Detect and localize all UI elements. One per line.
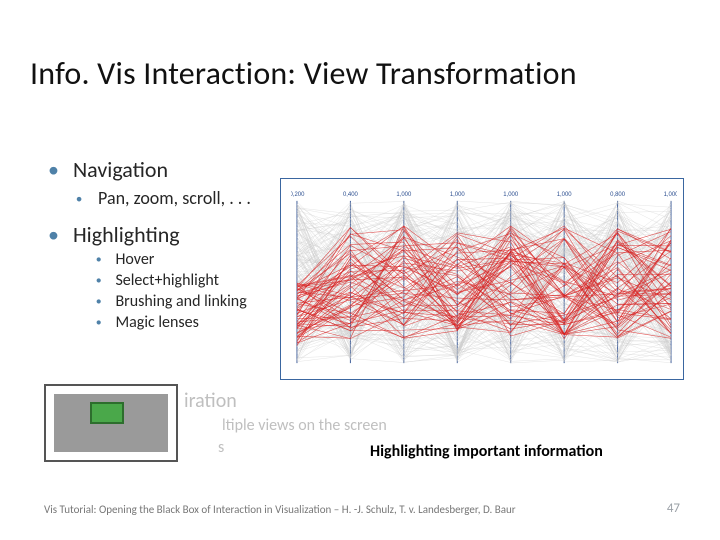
thumbnail-viewport — [90, 402, 124, 424]
bullet-marker: ● — [76, 192, 82, 205]
svg-text:1,000: 1,000 — [450, 192, 466, 198]
bullet-text: Hover — [115, 250, 154, 269]
bullet-text: Highlighting — [73, 221, 180, 248]
footer-text: Vis Tutorial: Opening the Black Box of I… — [44, 503, 516, 516]
page-number: 47 — [667, 501, 680, 516]
bullet-text: Pan, zoom, scroll, . . . — [98, 187, 251, 209]
svg-text:1,000: 1,000 — [396, 192, 412, 198]
svg-text:1,000: 1,000 — [664, 192, 677, 198]
bullet-marker: ● — [96, 254, 101, 265]
bullet-marker: ● — [96, 317, 101, 328]
slide-title: Info. Vis Interaction: View Transformati… — [30, 54, 577, 93]
bullet-text: Brushing and linking — [115, 292, 246, 311]
bullet-text: Navigation — [73, 156, 168, 183]
bullet-marker: • — [48, 221, 59, 248]
svg-text:1,000: 1,000 — [557, 192, 573, 198]
svg-text:0,400: 0,400 — [343, 192, 359, 198]
svg-text:1,000: 1,000 — [503, 192, 519, 198]
bullet-marker: ● — [96, 275, 101, 286]
bullet-marker: ● — [96, 296, 101, 307]
slide: Info. Vis Interaction: View Transformati… — [0, 0, 720, 540]
svg-text:0,800: 0,800 — [610, 192, 626, 198]
occluded-text: ltiple views on the screen — [222, 416, 387, 435]
svg-text:0,200: 0,200 — [291, 192, 305, 198]
chart-svg: 0,200 0,400 1,000 1,000 1,000 1,000 0,800 1,000 — [291, 187, 677, 371]
chart-caption: Highlighting important information — [370, 442, 603, 461]
bullet-text: Select+highlight — [115, 271, 219, 290]
bullet-marker: • — [48, 156, 59, 183]
occluded-text: s — [218, 438, 224, 457]
parallel-coordinates-chart: 0,200 0,400 1,000 1,000 1,000 1,000 0,800 1,000 — [280, 178, 684, 380]
occluded-text: iration — [184, 389, 237, 413]
overview-thumbnail — [44, 384, 178, 462]
bullet-text: Magic lenses — [115, 313, 198, 332]
